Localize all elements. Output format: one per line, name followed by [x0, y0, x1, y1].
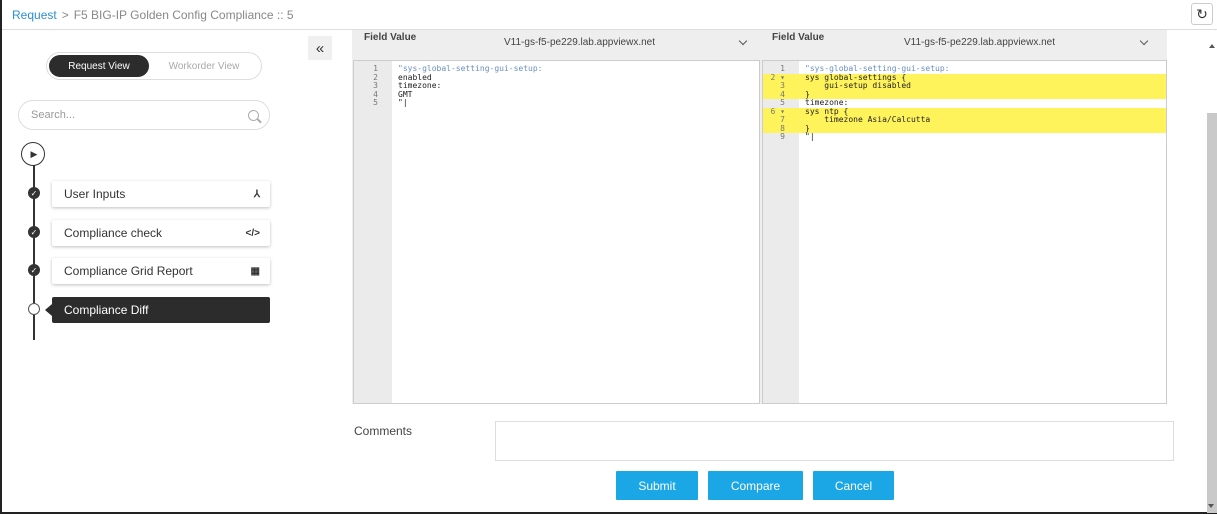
- field-value-label: Field Value: [364, 32, 417, 43]
- code-text: "|: [398, 98, 408, 107]
- refresh-icon: ↻: [1196, 5, 1208, 22]
- code-line: 4 GMT: [354, 90, 759, 100]
- line-number: 9: [780, 132, 785, 141]
- line-number: 5: [373, 98, 378, 107]
- step-label: Compliance Diff: [64, 303, 149, 317]
- code-icon: </>: [245, 227, 260, 239]
- left-editor-header: Field Value V11-gs-f5-pe229.lab.appviewx…: [352, 30, 760, 60]
- left-device-select[interactable]: V11-gs-f5-pe229.lab.appviewx.net: [498, 32, 750, 52]
- code-line-diff: 8}: [763, 124, 1166, 133]
- double-chevron-left-icon: «: [315, 39, 325, 57]
- scroll-up-arrow[interactable]: [1209, 44, 1215, 48]
- grid-icon: ▦: [250, 265, 260, 277]
- comments-label: Comments: [354, 424, 413, 438]
- breadcrumb-request-link[interactable]: Request: [12, 8, 57, 22]
- right-device-value: V11-gs-f5-pe229.lab.appviewx.net: [904, 36, 1056, 48]
- right-code-editor[interactable]: 1 "sys-global-setting-gui-setup: 2 ▾ sys gl…: [762, 60, 1167, 404]
- step-user-inputs[interactable]: User Inputs ⅄: [52, 181, 270, 207]
- code-text: "|: [805, 132, 815, 141]
- scroll-down-arrow[interactable]: [1208, 504, 1214, 508]
- right-device-select[interactable]: V11-gs-f5-pe229.lab.appviewx.net: [898, 32, 1151, 52]
- submit-button[interactable]: Submit: [616, 471, 698, 500]
- page-scrollbar[interactable]: [1207, 113, 1217, 513]
- step-label: User Inputs: [64, 187, 126, 201]
- left-code-editor[interactable]: 1 "sys-global-setting-gui-setup: 2 enabled 3…: [353, 60, 760, 404]
- collapse-sidebar-button[interactable]: «: [308, 36, 332, 60]
- step-label: Compliance check: [64, 226, 163, 240]
- step-current-icon: [28, 303, 40, 315]
- step-compliance-grid-report[interactable]: Compliance Grid Report ▦: [52, 258, 270, 284]
- left-device-value: V11-gs-f5-pe229.lab.appviewx.net: [504, 36, 656, 48]
- code-text: gui-setup disabled: [805, 81, 911, 90]
- refresh-button[interactable]: ↻: [1191, 3, 1213, 25]
- breadcrumb-separator: >: [61, 7, 69, 22]
- right-editor-header: Field Value V11-gs-f5-pe229.lab.appviewx…: [762, 30, 1167, 60]
- chevron-down-icon: [1139, 36, 1149, 45]
- compare-button[interactable]: Compare: [708, 471, 803, 500]
- code-text: timezone Asia/Calcutta: [805, 115, 931, 124]
- code-line-diff: 3 gui-setup disabled: [763, 81, 1166, 91]
- step-label: Compliance Grid Report: [64, 264, 193, 278]
- workorder-view-tab[interactable]: Workorder View: [149, 55, 259, 77]
- search-icon: [248, 109, 259, 121]
- search-input[interactable]: Search...: [18, 100, 270, 130]
- page-title: F5 BIG-IP Golden Config Compliance :: 5: [73, 7, 294, 22]
- workflow-sidebar: Request View Workorder View Search... ▶ …: [4, 30, 300, 512]
- code-line: 3 timezone:: [354, 81, 759, 91]
- cancel-button[interactable]: Cancel: [813, 471, 894, 500]
- code-line: 9 "|: [763, 132, 1166, 142]
- comments-textarea[interactable]: [495, 421, 1174, 461]
- request-view-tab[interactable]: Request View: [49, 55, 149, 77]
- code-line-diff: 7 timezone Asia/Calcutta: [763, 115, 1166, 125]
- chevron-down-icon: [738, 36, 748, 45]
- breadcrumb: Request > F5 BIG-IP Golden Config Compli…: [2, 0, 1217, 30]
- line-number-gutter: [354, 61, 392, 403]
- step-done-icon: ✓: [28, 264, 40, 276]
- search-placeholder: Search...: [31, 109, 76, 121]
- user-icon: ⅄: [253, 188, 260, 200]
- step-done-icon: ✓: [28, 226, 40, 238]
- field-value-label: Field Value: [772, 32, 825, 43]
- step-compliance-diff[interactable]: Compliance Diff: [45, 297, 270, 323]
- view-toggle: Request View Workorder View: [46, 52, 262, 80]
- app-window: Request > F5 BIG-IP Golden Config Compli…: [0, 0, 1217, 514]
- step-done-icon: ✓: [28, 187, 40, 199]
- code-line: 5 "|: [354, 98, 759, 108]
- diff-editors: Field Value V11-gs-f5-pe229.lab.appviewx…: [352, 30, 1167, 404]
- play-icon[interactable]: ▶: [21, 142, 45, 166]
- step-compliance-check[interactable]: Compliance check </>: [52, 220, 270, 246]
